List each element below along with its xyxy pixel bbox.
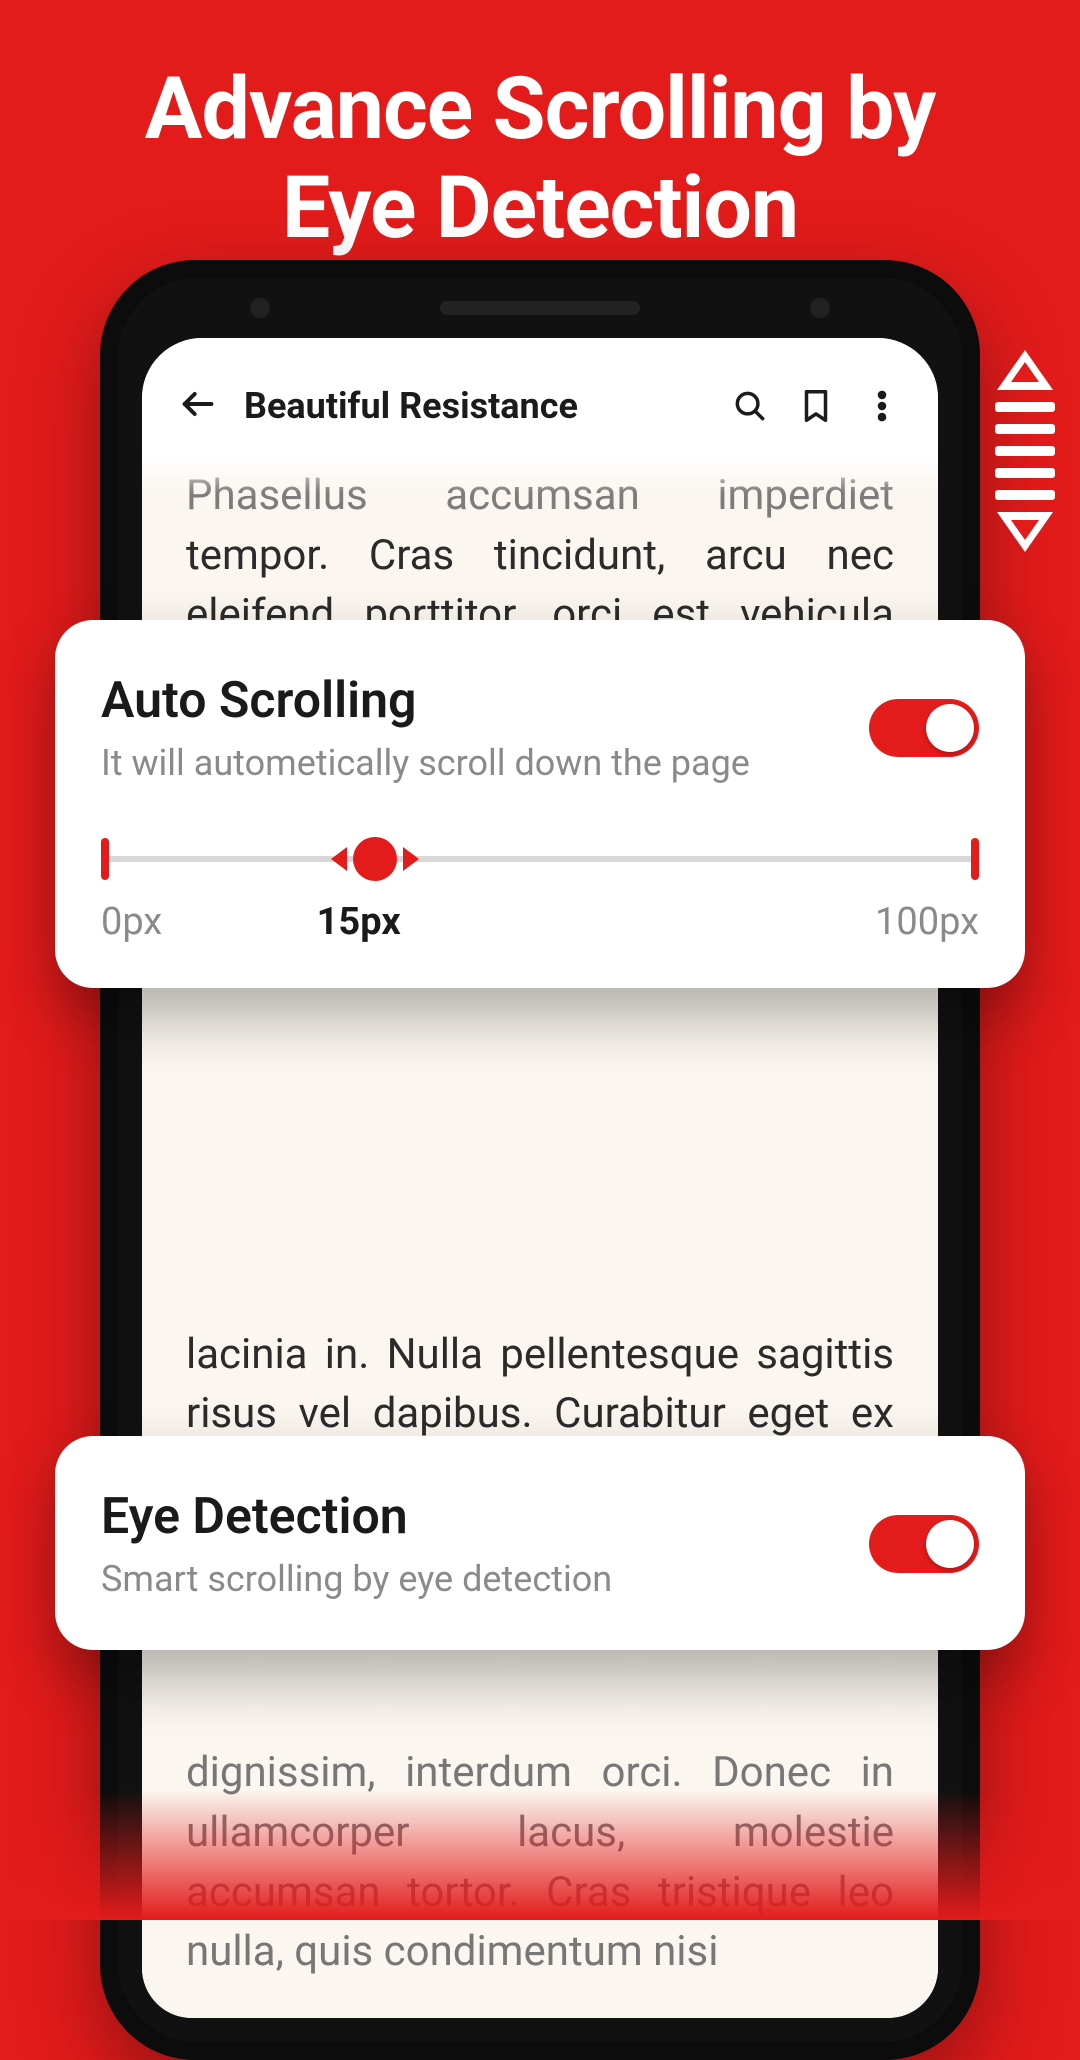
auto-scrolling-toggle[interactable]	[869, 699, 979, 757]
scroll-up-icon	[997, 350, 1053, 390]
eye-detection-subtitle: Smart scrolling by eye detection	[101, 1558, 612, 1600]
back-icon[interactable]	[178, 384, 218, 428]
scroll-speed-slider[interactable]: 0px 15px 100px	[101, 856, 979, 944]
slider-value-label: 15px	[317, 900, 401, 944]
slider-max-label: 100px	[875, 900, 979, 944]
document-title: Beautiful Resistance	[244, 385, 704, 427]
eye-detection-title: Eye Detection	[101, 1488, 612, 1546]
phone-mock: Beautiful Resistance Phasellus accumsan …	[100, 260, 980, 2060]
app-screen: Beautiful Resistance Phasellus accumsan …	[142, 338, 938, 2018]
auto-scrolling-subtitle: It will autometically scroll down the pa…	[101, 742, 750, 784]
auto-scrolling-title: Auto Scrolling	[101, 672, 750, 730]
bookmark-icon[interactable]	[796, 386, 836, 426]
reader-text: dignissim, interdum orci. Donec in ullam…	[186, 1743, 894, 1982]
promo-title-line1: Advance Scrolling by	[0, 60, 1080, 159]
promo-title-line2: Eye Detection	[0, 159, 1080, 258]
scroll-indicator-widget	[990, 350, 1060, 552]
eye-detection-toggle[interactable]	[869, 1515, 979, 1573]
more-icon[interactable]	[862, 386, 902, 426]
eye-detection-card: Eye Detection Smart scrolling by eye det…	[55, 1436, 1025, 1650]
scroll-down-icon	[997, 512, 1053, 552]
search-icon[interactable]	[730, 386, 770, 426]
promo-title: Advance Scrolling by Eye Detection	[0, 0, 1080, 258]
auto-scrolling-card: Auto Scrolling It will autometically scr…	[55, 620, 1025, 988]
app-bar: Beautiful Resistance	[142, 338, 938, 454]
slider-thumb-icon[interactable]	[353, 837, 397, 881]
slider-min-label: 0px	[101, 900, 162, 944]
